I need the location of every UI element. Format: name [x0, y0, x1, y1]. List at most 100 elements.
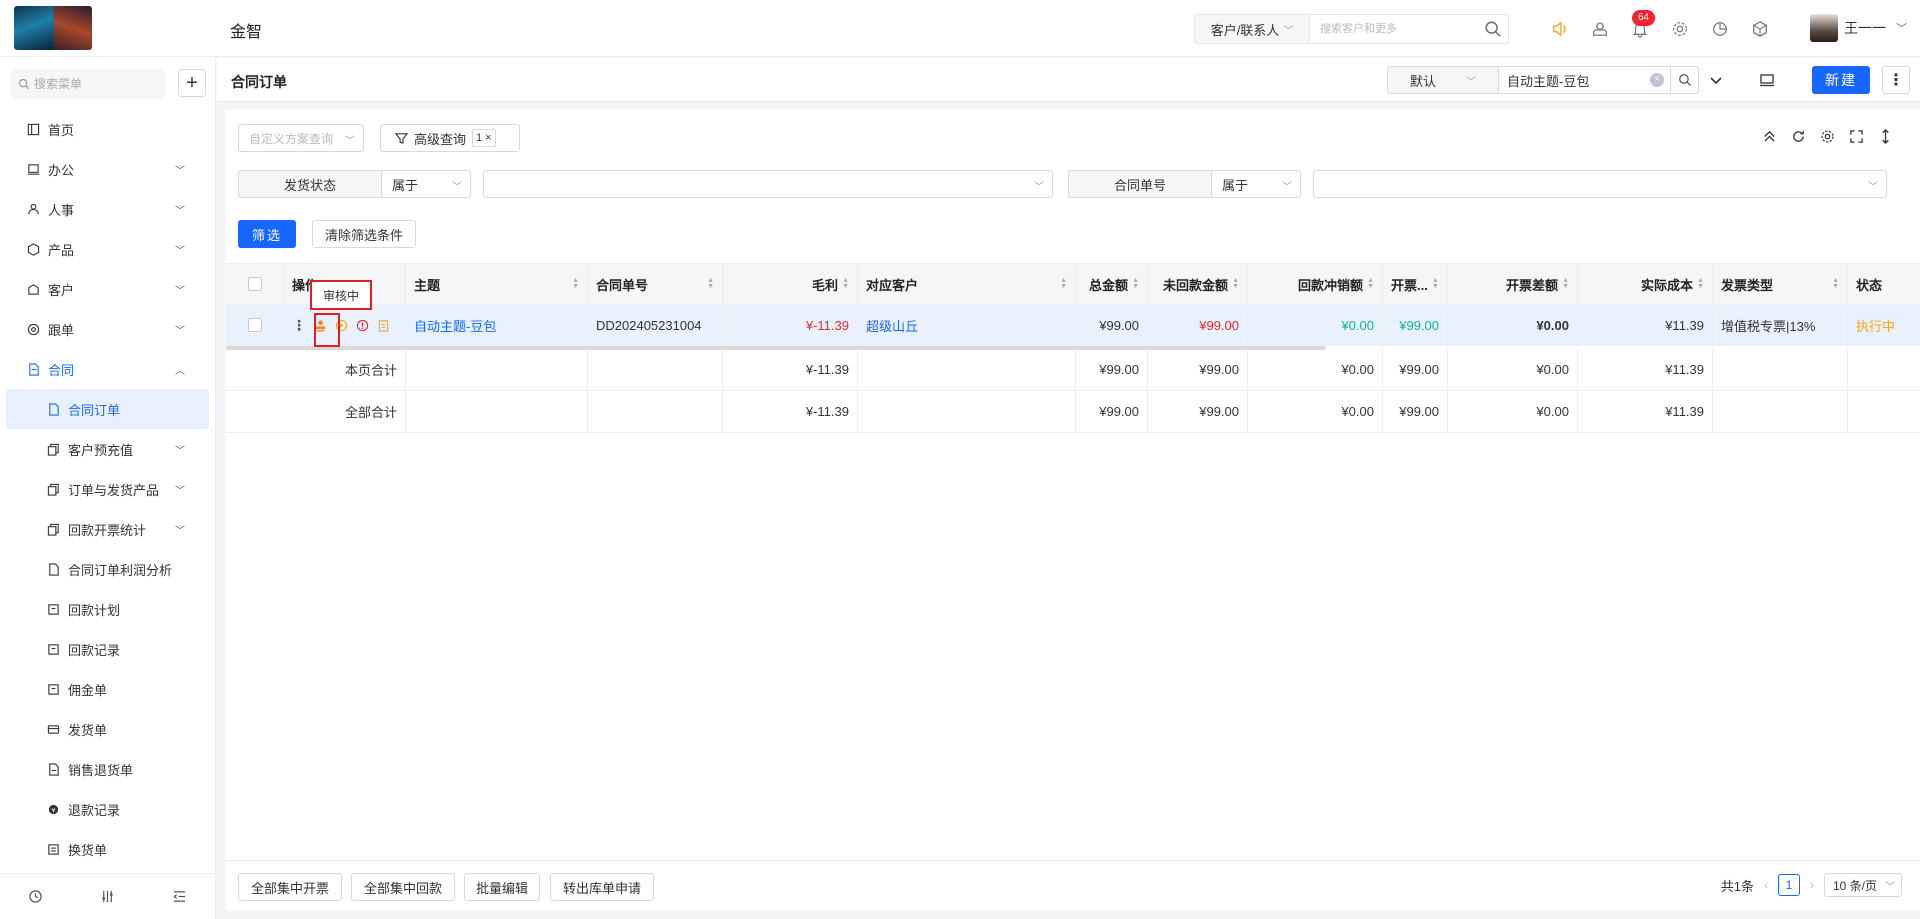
prev-page-icon[interactable]: ‹: [1764, 878, 1768, 892]
sidebar-item-contract[interactable]: 合同 ︿: [0, 349, 215, 389]
col-gross-profit[interactable]: 毛利 ▲ ▼: [723, 264, 858, 304]
sort-icon[interactable]: ▲ ▼: [1060, 277, 1067, 290]
col-invoice-type[interactable]: 发票类型 ▲ ▼: [1713, 264, 1848, 304]
col-gross-profit-label: 毛利: [812, 277, 839, 293]
app-logo[interactable]: [14, 6, 92, 50]
home-icon: [26, 122, 40, 136]
sidebar-item-customer[interactable]: 客户 ﹀: [0, 269, 215, 309]
adjust-icon[interactable]: [99, 889, 115, 905]
monitor-icon[interactable]: [1757, 70, 1777, 90]
col-total[interactable]: 总金额 ▲ ▼: [1076, 264, 1148, 304]
filter-value-select[interactable]: ﹀: [483, 170, 1053, 198]
close-icon[interactable]: ×: [485, 132, 491, 144]
filter-operator-select[interactable]: 属于 ﹀: [382, 170, 471, 198]
col-contract-no[interactable]: 合同单号 ▲ ▼: [588, 264, 723, 304]
refresh-icon[interactable]: [1789, 127, 1808, 146]
clear-filters-button[interactable]: 清除筛选条件: [312, 220, 416, 248]
fullscreen-icon[interactable]: [1847, 127, 1866, 146]
global-search-input[interactable]: [1320, 23, 1480, 35]
more-actions-icon[interactable]: ⋮: [292, 317, 306, 333]
more-menu-button[interactable]: ⋮: [1882, 66, 1910, 94]
speaker-icon[interactable]: [1540, 16, 1580, 42]
sort-icon[interactable]: ▲ ▼: [1367, 277, 1374, 290]
col-subject[interactable]: 主题 ▲ ▼: [406, 264, 588, 304]
select-all-checkbox[interactable]: [247, 277, 262, 291]
next-page-icon[interactable]: ›: [1810, 878, 1814, 892]
col-invoice-diff[interactable]: 开票差额 ▲ ▼: [1448, 264, 1578, 304]
outbound-request-button[interactable]: 转出库单申请: [550, 873, 654, 901]
customer-link[interactable]: 超级山丘: [866, 316, 918, 335]
col-customer[interactable]: 对应客户 ▲ ▼: [858, 264, 1076, 304]
table-row[interactable]: ⋮ 自动主题-豆包 DD202405231004 ¥-11.39 超级山丘 ¥9…: [226, 305, 1920, 346]
filter-value-select[interactable]: ﹀: [1313, 170, 1887, 198]
sort-icon[interactable]: ▲ ▼: [1432, 277, 1439, 290]
cube-icon[interactable]: [1740, 16, 1780, 42]
clipboard-icon[interactable]: [376, 318, 390, 332]
search-type-select[interactable]: 客户/联系人 ﹀: [1194, 14, 1309, 44]
warning-circle-icon[interactable]: [355, 318, 369, 332]
search-icon: [1678, 74, 1691, 87]
sort-icon[interactable]: ▲ ▼: [1232, 277, 1239, 290]
history-icon[interactable]: [28, 889, 44, 905]
sort-icon[interactable]: ▲ ▼: [842, 277, 849, 290]
pie-chart-icon[interactable]: [1700, 16, 1740, 42]
sidebar-subitem-commission[interactable]: 佣金单: [0, 669, 215, 709]
sort-icon[interactable]: ▲ ▼: [707, 277, 714, 290]
sort-icon[interactable]: ▲ ▼: [1132, 277, 1139, 290]
inbox-icon[interactable]: [1580, 16, 1620, 42]
batch-invoice-button[interactable]: 全部集中开票: [238, 873, 342, 901]
subject-link[interactable]: 自动主题-豆包: [414, 316, 496, 335]
sidebar-item-office[interactable]: 办公 ﹀: [0, 149, 215, 189]
settings-icon[interactable]: [1660, 16, 1700, 42]
new-button[interactable]: 新建: [1812, 66, 1870, 94]
sort-icon[interactable]: ▲ ▼: [1697, 277, 1704, 290]
sidebar-item-hr[interactable]: 人事 ﹀: [0, 189, 215, 229]
sidebar-subitem-delivery[interactable]: 发货单: [0, 709, 215, 749]
sidebar-item-home[interactable]: 首页: [0, 109, 215, 149]
hr-icon: [26, 202, 40, 216]
sidebar-subitem-payment-plan[interactable]: 回款计划: [0, 589, 215, 629]
col-invoiced[interactable]: 开票... ▲ ▼: [1383, 264, 1448, 304]
sort-icon[interactable]: ▲ ▼: [572, 277, 579, 290]
sort-icon[interactable]: ▲ ▼: [1562, 277, 1569, 290]
view-select[interactable]: 默认 ﹀: [1387, 66, 1499, 94]
batch-payment-button[interactable]: 全部集中回款: [351, 873, 455, 901]
chevron-down-icon[interactable]: [1706, 70, 1726, 90]
clear-icon[interactable]: ×: [1650, 73, 1664, 87]
user-menu[interactable]: 王一一 ﹀: [1810, 14, 1907, 42]
sidebar-subitem-profit-analysis[interactable]: 合同订单利润分析: [0, 549, 215, 589]
sort-icon[interactable]: ▲ ▼: [1832, 277, 1839, 290]
page-size-select[interactable]: 10 条/页 ﹀: [1824, 873, 1902, 897]
sidebar-subitem-order-products[interactable]: 订单与发货产品 ﹀: [0, 469, 215, 509]
collapse-up-icon[interactable]: [1760, 127, 1779, 146]
add-menu-button[interactable]: +: [178, 69, 206, 97]
search-icon[interactable]: [1484, 20, 1502, 38]
collapse-menu-icon[interactable]: [171, 889, 187, 905]
batch-edit-button[interactable]: 批量编辑: [464, 873, 540, 901]
sidebar-subitem-prepay[interactable]: 客户预充值 ﹀: [0, 429, 215, 469]
filter-button[interactable]: 筛选: [238, 220, 296, 248]
advanced-query-button[interactable]: 高级查询 1 ×: [380, 124, 520, 152]
custom-scheme-select[interactable]: 自定义方案查询 ﹀: [238, 124, 364, 152]
sidebar-subitem-refund[interactable]: ¥ 退款记录: [0, 789, 215, 829]
col-unpaid[interactable]: 未回款金额 ▲ ▼: [1148, 264, 1248, 304]
col-actual-cost[interactable]: 实际成本 ▲ ▼: [1578, 264, 1713, 304]
sidebar-subitem-sales-return[interactable]: 销售退货单: [0, 749, 215, 789]
page-number[interactable]: 1: [1778, 874, 1800, 896]
cell-customer[interactable]: 超级山丘: [858, 305, 1076, 345]
sidebar-subitem-contract-order[interactable]: 合同订单: [6, 389, 209, 429]
sidebar-item-follow[interactable]: 跟单 ﹀: [0, 309, 215, 349]
keyword-search-input[interactable]: 自动主题-豆包 ×: [1499, 66, 1671, 94]
sidebar-subitem-payment-invoice-stats[interactable]: 回款开票统计 ﹀: [0, 509, 215, 549]
cell-subject[interactable]: 自动主题-豆包: [406, 305, 588, 345]
row-checkbox[interactable]: [247, 318, 262, 332]
menu-search-input[interactable]: [34, 77, 154, 91]
keyword-search-button[interactable]: [1671, 66, 1699, 94]
column-settings-icon[interactable]: [1818, 127, 1837, 146]
filter-operator-select[interactable]: 属于 ﹀: [1212, 170, 1301, 198]
sidebar-item-product[interactable]: 产品 ﹀: [0, 229, 215, 269]
sidebar-subitem-payment-records[interactable]: 回款记录: [0, 629, 215, 669]
row-height-icon[interactable]: [1876, 127, 1895, 146]
sidebar-subitem-exchange[interactable]: 换货单: [0, 829, 215, 869]
col-write-off[interactable]: 回款冲销额 ▲ ▼: [1248, 264, 1383, 304]
